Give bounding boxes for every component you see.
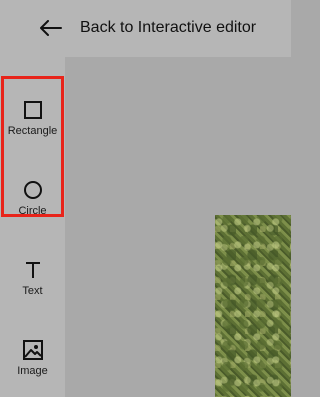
tool-rectangle[interactable]: Rectangle [0, 77, 65, 157]
grass-image[interactable] [215, 215, 291, 397]
square-icon [22, 99, 44, 121]
tool-label: Text [22, 285, 43, 297]
top-header: Back to Interactive editor [0, 0, 291, 57]
tool-label: Image [17, 365, 48, 377]
back-arrow-icon[interactable] [39, 17, 63, 39]
tool-circle[interactable]: Circle [0, 157, 65, 237]
text-t-icon [22, 259, 44, 281]
tool-label: Circle [18, 205, 47, 217]
back-to-editor-link[interactable]: Back to Interactive editor [80, 17, 256, 39]
tool-text[interactable]: Text [0, 237, 65, 317]
image-icon [22, 339, 44, 361]
tool-label: Rectangle [7, 125, 58, 137]
shape-toolbar: Rectangle Circle Text Image [0, 57, 65, 397]
tool-image[interactable]: Image [0, 317, 65, 397]
circle-icon [22, 179, 44, 201]
